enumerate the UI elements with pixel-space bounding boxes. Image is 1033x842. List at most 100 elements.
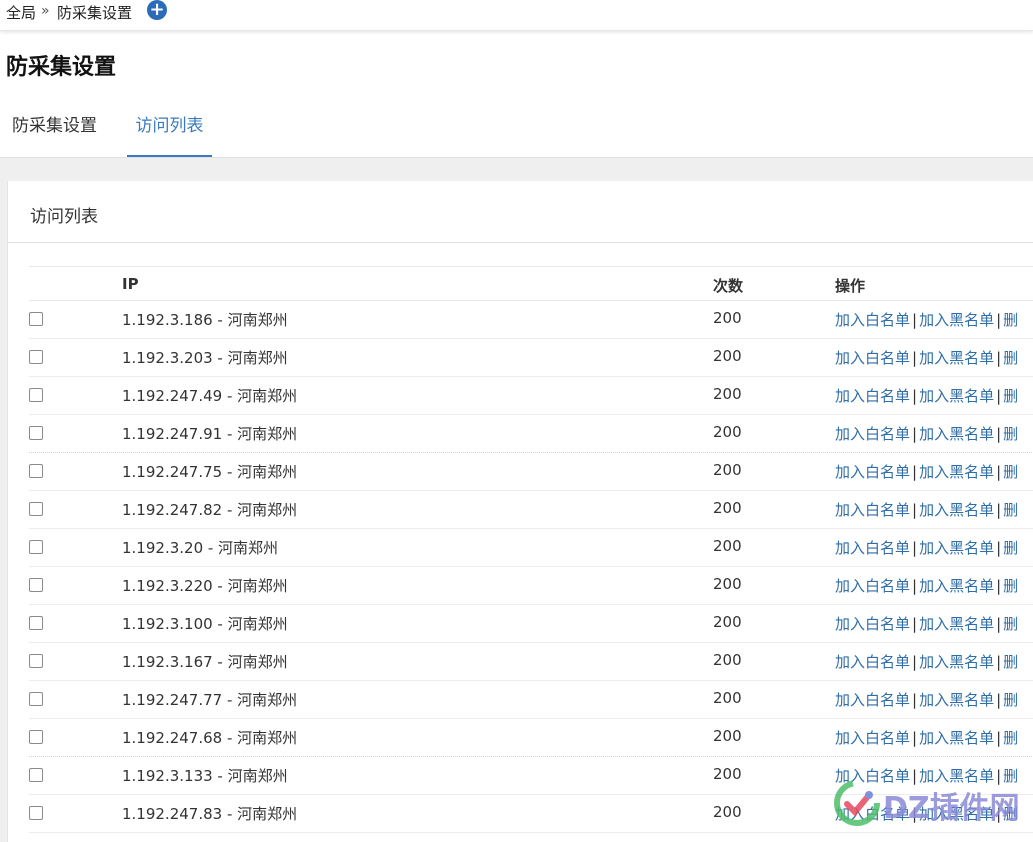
row-checkbox[interactable] [29, 616, 43, 630]
delete-link[interactable]: 删 [1003, 387, 1018, 405]
row-checkbox[interactable] [29, 350, 43, 364]
add-whitelist-link[interactable]: 加入白名单 [835, 615, 910, 633]
table-row: 1.192.3.203 - 河南郑州 200 加入白名单 | 加入黑名单 | 删 [29, 339, 1033, 377]
plus-circle-icon[interactable]: + [147, 0, 167, 20]
breadcrumb-root[interactable]: 全局 [6, 2, 36, 23]
cell-ip: 1.192.3.167 - 河南郑州 [122, 653, 288, 671]
add-whitelist-link[interactable]: 加入白名单 [835, 501, 910, 519]
action-separator: | [912, 615, 918, 633]
add-blacklist-link[interactable]: 加入黑名单 [919, 501, 994, 519]
action-separator: | [912, 387, 918, 405]
header-ops: 操作 [835, 277, 866, 295]
row-checkbox[interactable] [29, 540, 43, 554]
breadcrumb-separator: » [41, 3, 50, 19]
breadcrumb: 全局 » 防采集设置 + [0, 0, 1033, 31]
action-separator: | [912, 311, 918, 329]
action-separator: | [912, 729, 918, 747]
table-row: 1.192.247.68 - 河南郑州 200 加入白名单 | 加入黑名单 | 删 [29, 719, 1033, 757]
action-separator: | [996, 615, 1002, 633]
row-checkbox[interactable] [29, 654, 43, 668]
row-checkbox[interactable] [29, 692, 43, 706]
action-separator: | [912, 539, 918, 557]
delete-link[interactable]: 删 [1003, 691, 1018, 709]
row-checkbox[interactable] [29, 730, 43, 744]
check-logo-icon [834, 780, 880, 826]
table-row: 1.192.3.220 - 河南郑州 200 加入白名单 | 加入黑名单 | 删 [29, 567, 1033, 605]
cell-ip: 1.192.3.220 - 河南郑州 [122, 577, 288, 595]
cell-ip: 1.192.247.49 - 河南郑州 [122, 387, 298, 405]
add-whitelist-link[interactable]: 加入白名单 [835, 577, 910, 595]
delete-link[interactable]: 删 [1003, 615, 1018, 633]
add-whitelist-link[interactable]: 加入白名单 [835, 729, 910, 747]
breadcrumb-current: 防采集设置 [57, 4, 133, 22]
watermark: DZ插件网 [833, 775, 1023, 831]
cell-ip: 1.192.247.91 - 河南郑州 [122, 425, 298, 443]
add-whitelist-link[interactable]: 加入白名单 [835, 425, 910, 443]
row-checkbox[interactable] [29, 578, 43, 592]
row-actions: 加入白名单 | 加入黑名单 | 删 [835, 651, 1018, 672]
delete-link[interactable]: 删 [1003, 501, 1018, 519]
add-blacklist-link[interactable]: 加入黑名单 [919, 349, 994, 367]
add-blacklist-link[interactable]: 加入黑名单 [919, 311, 994, 329]
cell-count: 200 [713, 727, 742, 745]
action-separator: | [996, 425, 1002, 443]
row-actions: 加入白名单 | 加入黑名单 | 删 [835, 347, 1018, 368]
add-whitelist-link[interactable]: 加入白名单 [835, 691, 910, 709]
delete-link[interactable]: 删 [1003, 349, 1018, 367]
table-row: 1.192.247.82 - 河南郑州 200 加入白名单 | 加入黑名单 | 删 [29, 491, 1033, 529]
action-separator: | [996, 729, 1002, 747]
cell-ip: 1.192.3.186 - 河南郑州 [122, 311, 288, 329]
action-separator: | [912, 349, 918, 367]
cell-count: 200 [713, 537, 742, 555]
add-blacklist-link[interactable]: 加入黑名单 [919, 463, 994, 481]
action-separator: | [996, 577, 1002, 595]
add-blacklist-link[interactable]: 加入黑名单 [919, 577, 994, 595]
add-blacklist-link[interactable]: 加入黑名单 [919, 425, 994, 443]
action-separator: | [996, 539, 1002, 557]
row-checkbox[interactable] [29, 502, 43, 516]
table-row: 1.192.247.77 - 河南郑州 200 加入白名单 | 加入黑名单 | 删 [29, 681, 1033, 719]
cell-ip: 1.192.3.100 - 河南郑州 [122, 615, 288, 633]
row-actions: 加入白名单 | 加入黑名单 | 删 [835, 385, 1018, 406]
add-blacklist-link[interactable]: 加入黑名单 [919, 539, 994, 557]
cell-count: 200 [713, 461, 742, 479]
add-blacklist-link[interactable]: 加入黑名单 [919, 615, 994, 633]
action-separator: | [996, 691, 1002, 709]
add-whitelist-link[interactable]: 加入白名单 [835, 653, 910, 671]
add-whitelist-link[interactable]: 加入白名单 [835, 349, 910, 367]
add-whitelist-link[interactable]: 加入白名单 [835, 539, 910, 557]
access-table: IP 次数 操作 1.192.3.186 - 河南郑州 200 加入白名单 | 加入黑名… [29, 266, 1033, 833]
row-checkbox[interactable] [29, 768, 43, 782]
add-whitelist-link[interactable]: 加入白名单 [835, 311, 910, 329]
add-blacklist-link[interactable]: 加入黑名单 [919, 387, 994, 405]
tab-access-list[interactable]: 访问列表 [127, 96, 212, 157]
row-checkbox[interactable] [29, 426, 43, 440]
add-whitelist-link[interactable]: 加入白名单 [835, 463, 910, 481]
delete-link[interactable]: 删 [1003, 653, 1018, 671]
table-row: 1.192.3.100 - 河南郑州 200 加入白名单 | 加入黑名单 | 删 [29, 605, 1033, 643]
row-checkbox[interactable] [29, 806, 43, 820]
add-blacklist-link[interactable]: 加入黑名单 [919, 691, 994, 709]
delete-link[interactable]: 删 [1003, 425, 1018, 443]
delete-link[interactable]: 删 [1003, 539, 1018, 557]
delete-link[interactable]: 删 [1003, 463, 1018, 481]
row-checkbox[interactable] [29, 388, 43, 402]
row-checkbox[interactable] [29, 464, 43, 478]
tab-anti-collect-settings[interactable]: 防采集设置 [12, 96, 97, 156]
action-separator: | [996, 349, 1002, 367]
delete-link[interactable]: 删 [1003, 311, 1018, 329]
table-row: 1.192.3.20 - 河南郑州 200 加入白名单 | 加入黑名单 | 删 [29, 529, 1033, 567]
panel-title: 访问列表 [30, 207, 98, 227]
delete-link[interactable]: 删 [1003, 577, 1018, 595]
row-actions: 加入白名单 | 加入黑名单 | 删 [835, 727, 1018, 748]
action-separator: | [912, 653, 918, 671]
delete-link[interactable]: 删 [1003, 729, 1018, 747]
add-blacklist-link[interactable]: 加入黑名单 [919, 653, 994, 671]
page-title: 防采集设置 [6, 55, 117, 80]
row-checkbox[interactable] [29, 312, 43, 326]
panel-divider [8, 242, 1033, 243]
add-whitelist-link[interactable]: 加入白名单 [835, 387, 910, 405]
add-blacklist-link[interactable]: 加入黑名单 [919, 729, 994, 747]
row-actions: 加入白名单 | 加入黑名单 | 删 [835, 689, 1018, 710]
table-body: 1.192.3.186 - 河南郑州 200 加入白名单 | 加入黑名单 | 删 1.192.… [29, 301, 1033, 833]
